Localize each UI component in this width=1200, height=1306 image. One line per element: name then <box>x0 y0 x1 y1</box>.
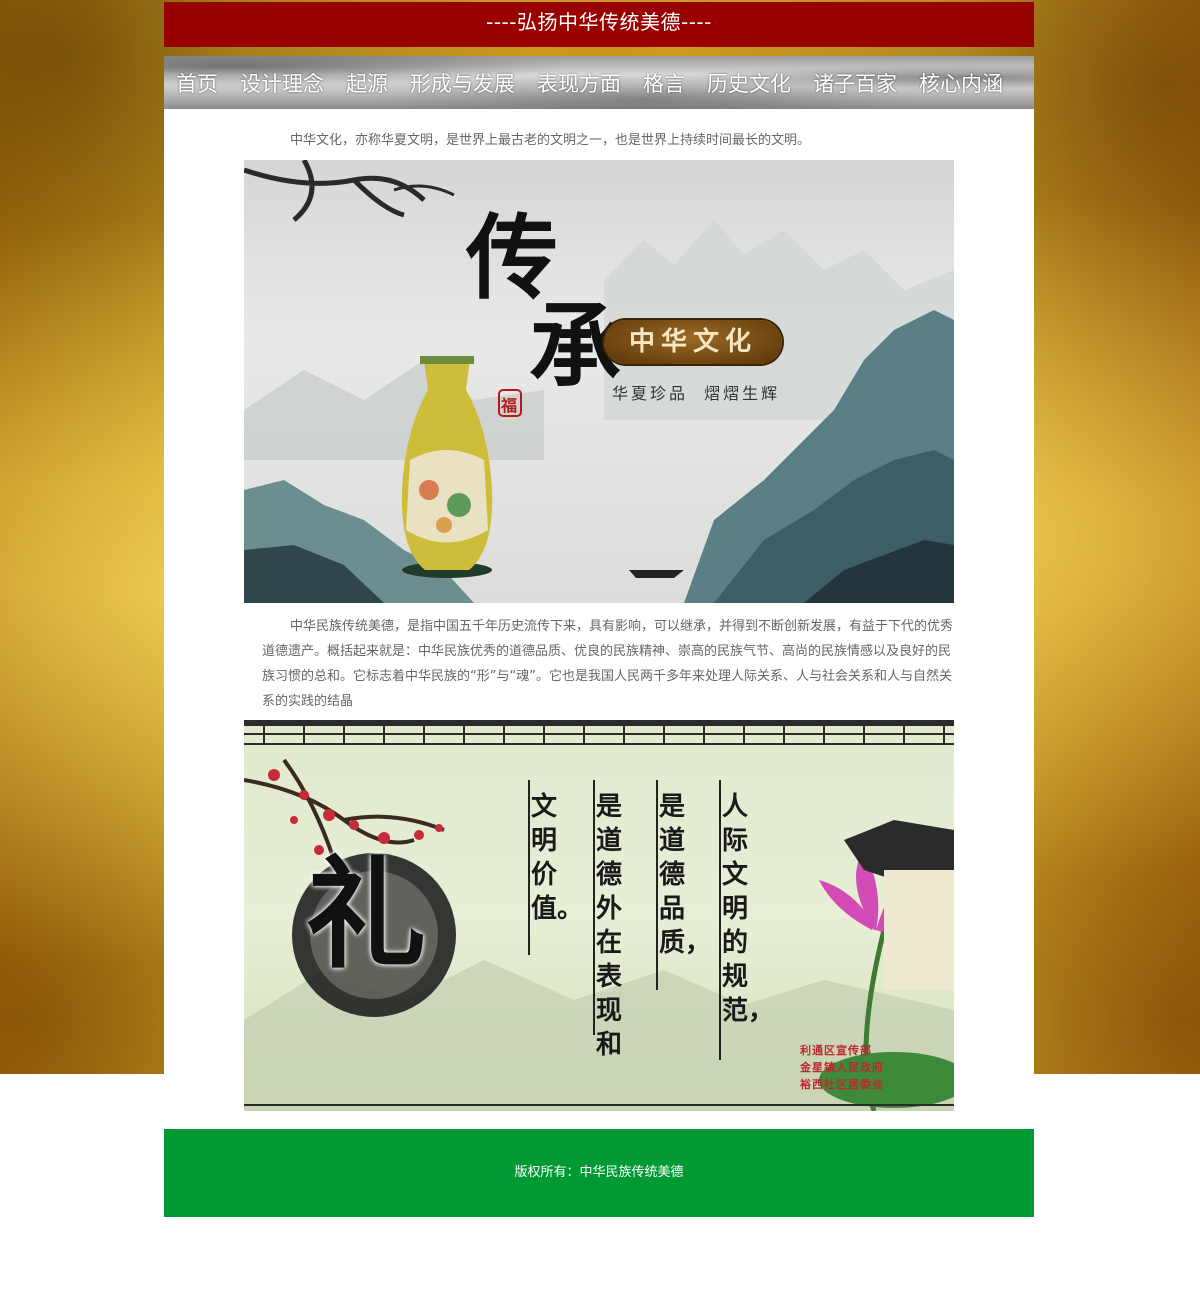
nav-item-development[interactable]: 形成与发展 <box>410 68 515 98</box>
main-nav: 首页 设计理念 起源 形成与发展 表现方面 格言 历史文化 诸子百家 核心内涵 <box>164 56 1034 109</box>
nav-item-schools[interactable]: 诸子百家 <box>813 68 897 98</box>
nav-item-aspects[interactable]: 表现方面 <box>537 68 621 98</box>
main-content: 中华文化，亦称华夏文明，是世界上最古老的文明之一，也是世界上持续时间最长的文明。 <box>164 109 1034 1129</box>
credit-line-1: 利通区宣传部 <box>800 1044 872 1057</box>
credit-line-2: 金星镇人民政府 <box>800 1061 884 1074</box>
nav-item-core[interactable]: 核心内涵 <box>919 68 1003 98</box>
nav-item-home[interactable]: 首页 <box>176 68 218 98</box>
nav-item-history[interactable]: 历史文化 <box>707 68 791 98</box>
nav-item-origin[interactable]: 起源 <box>346 68 388 98</box>
etiquette-column-3: 是道德外在表现和 <box>596 792 623 1060</box>
page-footer: 版权所有：中华民族传统美德 <box>164 1129 1034 1217</box>
etiquette-credits: 利通区宣传部 金星镇人民政府 裕西社区居委会 <box>800 1042 884 1093</box>
nav-item-design[interactable]: 设计理念 <box>240 68 324 98</box>
virtue-paragraph: 中华民族传统美德，是指中国五千年历史流传下来，具有影响，可以继承，并得到不断创新… <box>262 619 954 709</box>
nav-item-maxims[interactable]: 格言 <box>643 68 685 98</box>
credit-line-3: 裕西社区居委会 <box>800 1078 884 1091</box>
heritage-seal: 福 <box>501 396 518 415</box>
etiquette-big-char: 礼 <box>306 844 426 985</box>
heritage-big-char-1: 传 <box>466 204 559 312</box>
intro-paragraph: 中华文化，亦称华夏文明，是世界上最古老的文明之一，也是世界上持续时间最长的文明。 <box>290 133 811 148</box>
heritage-banner-image: 传 承 福 中华文化 华夏珍品 熠熠生辉 <box>244 160 954 603</box>
etiquette-column-2: 是道德品质， <box>659 792 712 958</box>
etiquette-banner-image: 礼 人际文明的规范， 是道德品质， 是道德外在表现和 文明价值。 利通区宣传部 … <box>244 720 954 1111</box>
heritage-badge: 中华文化 <box>604 320 782 364</box>
page-header: ----弘扬中华传统美德---- <box>164 2 1034 47</box>
etiquette-column-4: 文明价值。 <box>531 792 584 924</box>
heritage-subtitle: 华夏珍品 熠熠生辉 <box>612 384 781 403</box>
etiquette-column-1: 人际文明的规范， <box>722 792 775 1026</box>
